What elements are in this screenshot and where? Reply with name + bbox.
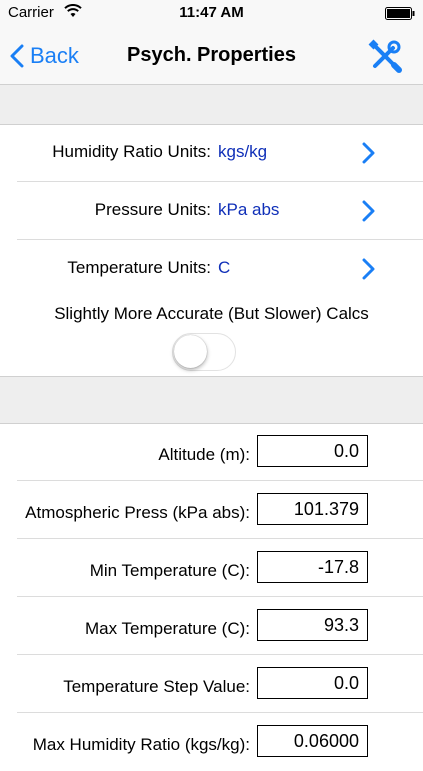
humidity-ratio-units-value: kgs/kg — [218, 142, 268, 161]
chevron-right-icon — [362, 142, 375, 164]
temperature-units-row[interactable]: Temperature Units: C — [0, 240, 423, 298]
temperature-step-row: Temperature Step Value: — [0, 655, 423, 713]
temperature-step-label: Temperature Step Value: — [63, 677, 250, 696]
altitude-row: Altitude (m): — [0, 423, 423, 481]
pressure-units-value: kPa abs — [218, 200, 280, 219]
chevron-right-icon — [362, 258, 375, 280]
navigation-bar: Back Psych. Properties — [0, 28, 423, 85]
pressure-units-row[interactable]: Pressure Units: kPa abs — [0, 182, 423, 240]
atmospheric-press-label: Atmospheric Press (kPa abs): — [25, 503, 250, 522]
atmospheric-press-input[interactable] — [257, 493, 368, 525]
max-temperature-row: Max Temperature (C): — [0, 597, 423, 655]
min-temperature-input[interactable] — [257, 551, 368, 583]
altitude-input[interactable] — [257, 435, 368, 467]
altitude-label: Altitude (m): — [158, 445, 250, 464]
accurate-calcs-toggle[interactable] — [172, 333, 236, 371]
toggle-knob — [174, 335, 207, 368]
max-humidity-ratio-input[interactable] — [257, 725, 368, 757]
temperature-units-label: Temperature Units: — [67, 258, 211, 277]
chevron-right-icon — [362, 200, 375, 222]
max-temperature-input[interactable] — [257, 609, 368, 641]
max-humidity-ratio-label: Max Humidity Ratio (kgs/kg): — [32, 735, 250, 754]
battery-icon — [385, 7, 415, 20]
pressure-units-label: Pressure Units: — [94, 200, 211, 219]
humidity-ratio-units-label: Humidity Ratio Units: — [52, 142, 211, 161]
wrench-screwdriver-icon[interactable] — [367, 38, 403, 74]
page-title: Psych. Properties — [127, 44, 296, 66]
atmospheric-press-row: Atmospheric Press (kPa abs): — [0, 481, 423, 539]
section-separator — [0, 84, 423, 125]
section-separator — [0, 376, 423, 424]
max-temperature-label: Max Temperature (C): — [84, 619, 250, 638]
clock-time: 11:47 AM — [179, 4, 244, 21]
humidity-ratio-units-row[interactable]: Humidity Ratio Units: kgs/kg — [0, 124, 423, 182]
min-temperature-row: Min Temperature (C): — [0, 539, 423, 597]
max-humidity-ratio-row: Max Humidity Ratio (kgs/kg): — [0, 713, 423, 771]
min-temperature-label: Min Temperature (C): — [89, 561, 250, 580]
status-bar: Carrier 11:47 AM — [0, 0, 423, 28]
temperature-step-input[interactable] — [257, 667, 368, 699]
temperature-units-value: C — [218, 258, 231, 277]
accurate-calcs-label: Slightly More Accurate (But Slower) Calc… — [54, 304, 369, 323]
